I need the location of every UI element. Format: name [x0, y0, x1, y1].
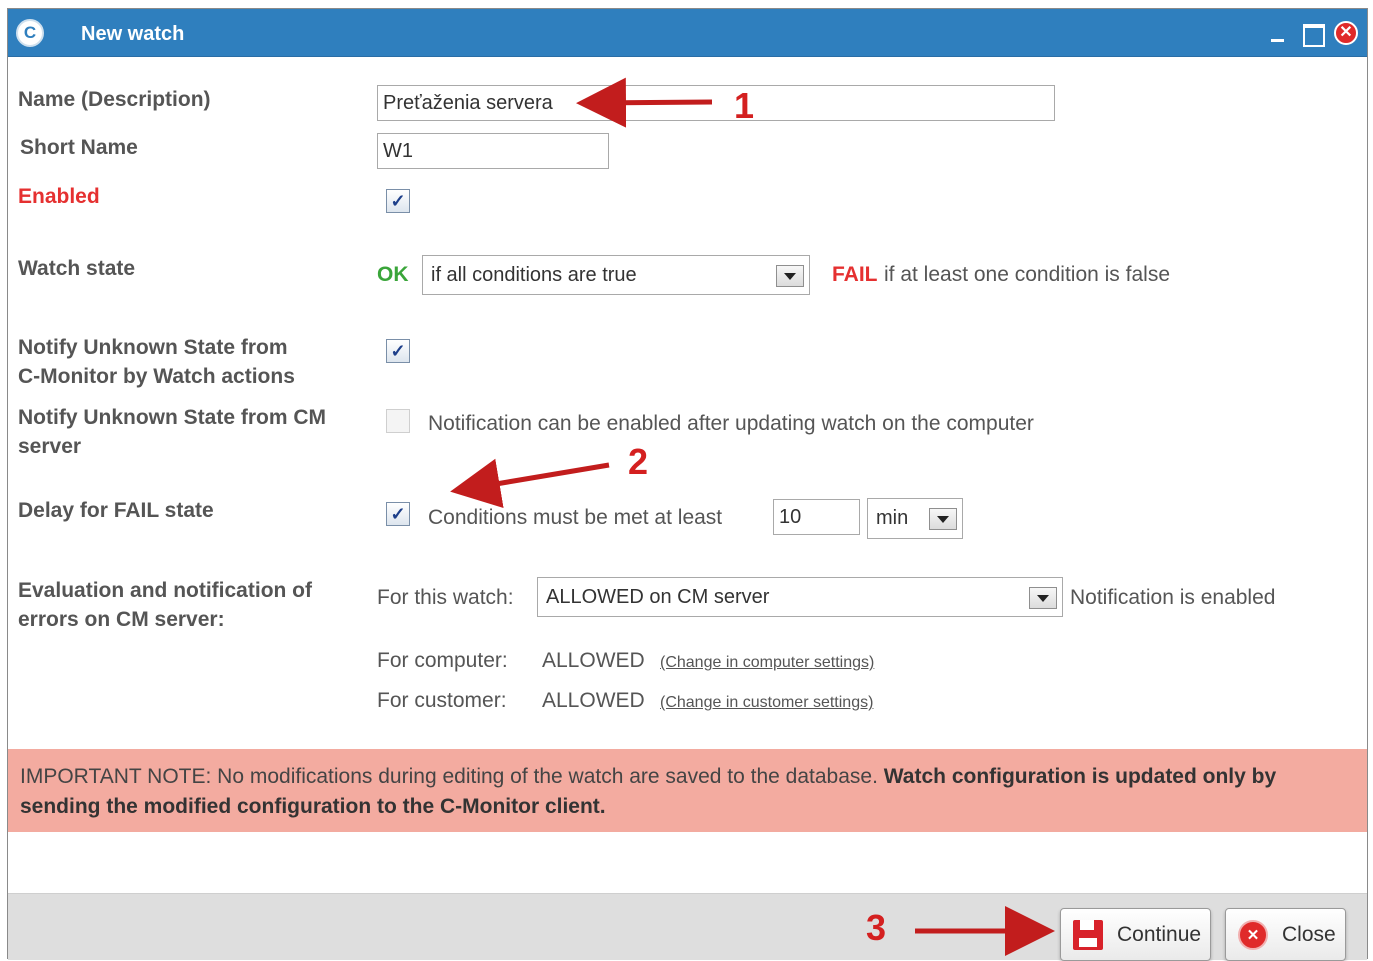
- delay-value-input[interactable]: [773, 499, 860, 535]
- delay-unit-select[interactable]: min: [867, 498, 963, 539]
- delay-fail-checkbox[interactable]: ✓: [386, 502, 410, 526]
- for-watch-value: ALLOWED on CM server: [546, 585, 770, 608]
- close-icon[interactable]: ✕: [1334, 21, 1358, 45]
- delay-fail-text: Conditions must be met at least: [428, 506, 723, 529]
- name-label: Name (Description): [18, 88, 211, 111]
- for-computer-label: For computer:: [377, 649, 508, 672]
- save-icon: [1073, 919, 1103, 950]
- chevron-down-icon[interactable]: [929, 508, 957, 530]
- continue-button-label: Continue: [1117, 922, 1202, 946]
- close-circle-icon: ✕: [1238, 919, 1268, 950]
- annotation-number-1: 1: [734, 85, 755, 126]
- for-customer-value: ALLOWED: [542, 689, 645, 712]
- evaluation-label-line1: Evaluation and notification of: [18, 579, 312, 602]
- notify-cm-server-label-line1: Notify Unknown State from CM: [18, 406, 326, 429]
- continue-button[interactable]: Continue: [1060, 908, 1211, 961]
- fail-label: FAIL: [832, 263, 878, 286]
- short-name-input[interactable]: [377, 133, 609, 169]
- chevron-down-icon[interactable]: [776, 265, 804, 287]
- close-button-label: Close: [1282, 922, 1336, 946]
- evaluation-label-line2: errors on CM server:: [18, 608, 225, 631]
- window-title: New watch: [81, 23, 185, 45]
- notify-cm-server-label-line2: server: [18, 435, 82, 458]
- close-button[interactable]: ✕ Close: [1225, 908, 1346, 961]
- minimize-icon[interactable]: [1267, 22, 1289, 44]
- delay-fail-label: Delay for FAIL state: [18, 499, 214, 522]
- change-customer-settings-link[interactable]: (Change in customer settings): [660, 694, 873, 712]
- notify-cmonitor-label-line1: Notify Unknown State from: [18, 336, 288, 359]
- title-bar[interactable]: C New watch ✕: [8, 9, 1367, 57]
- for-customer-label: For customer:: [377, 689, 507, 712]
- notify-cmonitor-label-line2: C-Monitor by Watch actions: [18, 365, 295, 388]
- annotation-number-3: 3: [866, 907, 887, 948]
- important-note-text: IMPORTANT NOTE: No modifications during …: [20, 765, 884, 788]
- fail-condition-text: if at least one condition is false: [884, 263, 1171, 286]
- for-computer-value: ALLOWED: [542, 649, 645, 672]
- maximize-icon[interactable]: [1301, 22, 1325, 47]
- annotation-number-2: 2: [628, 441, 649, 482]
- ok-condition-value: if all conditions are true: [431, 263, 637, 286]
- new-watch-dialog: C New watch ✕ Name (Description) Short N…: [7, 8, 1368, 961]
- enabled-label: Enabled: [18, 185, 100, 208]
- short-name-label: Short Name: [20, 136, 138, 159]
- change-computer-settings-link[interactable]: (Change in computer settings): [660, 654, 874, 672]
- for-watch-status: Notification is enabled: [1070, 586, 1276, 609]
- name-input[interactable]: [377, 85, 1055, 121]
- notify-cm-server-text: Notification can be enabled after updati…: [428, 412, 1034, 435]
- notify-cm-server-checkbox[interactable]: [386, 409, 410, 433]
- chevron-down-icon[interactable]: [1029, 587, 1057, 609]
- important-note: IMPORTANT NOTE: No modifications during …: [8, 749, 1367, 832]
- ok-label: OK: [377, 263, 409, 286]
- dialog-footer: Continue ✕ Close: [8, 893, 1367, 961]
- watch-state-label: Watch state: [18, 257, 136, 280]
- for-watch-select[interactable]: ALLOWED on CM server: [537, 577, 1063, 617]
- enabled-checkbox[interactable]: ✓: [386, 189, 410, 213]
- notify-cmonitor-checkbox[interactable]: ✓: [386, 339, 410, 363]
- app-logo-icon: C: [16, 19, 44, 47]
- for-watch-label: For this watch:: [377, 586, 514, 609]
- delay-unit-value: min: [876, 507, 909, 529]
- ok-condition-select[interactable]: if all conditions are true: [422, 255, 810, 295]
